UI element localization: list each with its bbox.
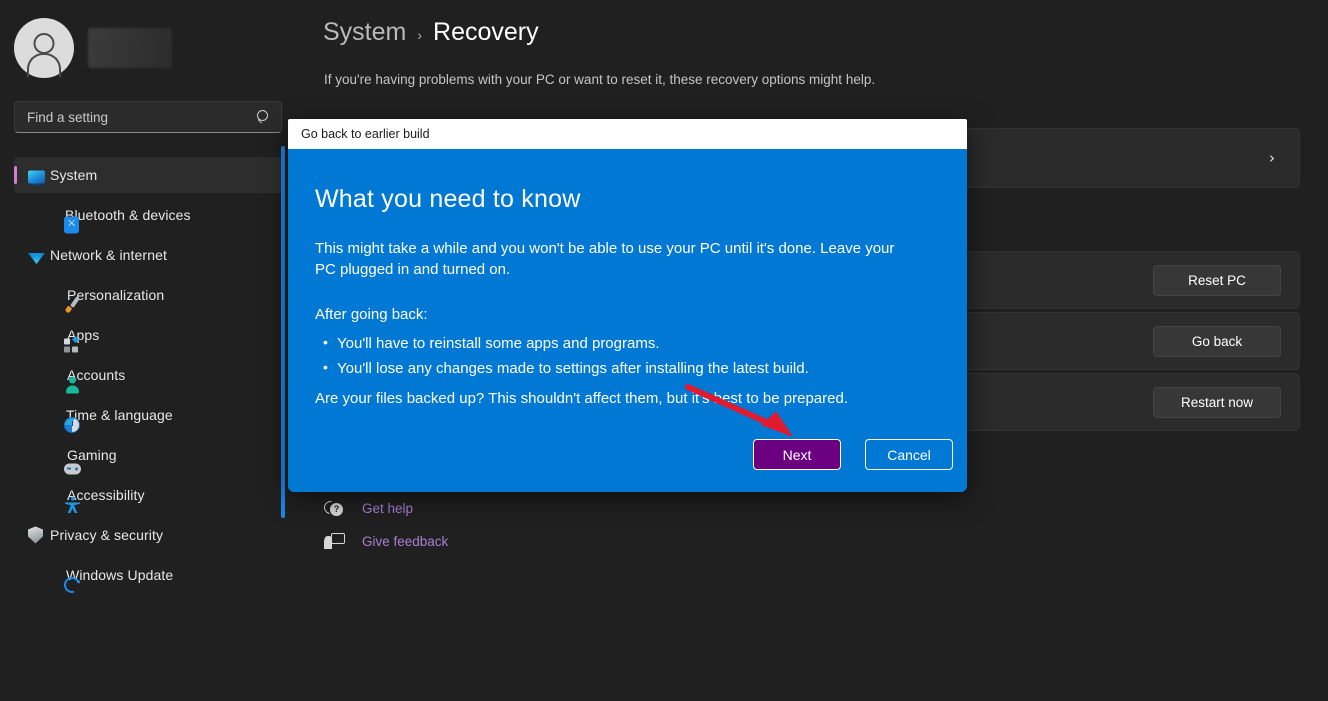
- sidebar-item-accessibility[interactable]: Accessibility: [14, 477, 282, 513]
- list-item: You'll have to reinstall some apps and p…: [315, 331, 932, 356]
- wifi-icon: [28, 252, 45, 264]
- search-placeholder: Find a setting: [27, 110, 257, 125]
- link-label: Get help: [362, 501, 413, 516]
- sidebar-item-label: Bluetooth & devices: [65, 207, 191, 223]
- sidebar-item-system[interactable]: System: [14, 157, 282, 193]
- sidebar: Find a setting System Bluetooth & device…: [0, 0, 290, 701]
- dialog-actions: Next Cancel: [753, 439, 953, 470]
- footer-links: Get help Give feedback: [324, 492, 448, 558]
- restart-now-button[interactable]: Restart now: [1153, 387, 1281, 418]
- dialog-title-bar: Go back to earlier build: [288, 119, 967, 149]
- reset-pc-button[interactable]: Reset PC: [1153, 265, 1281, 296]
- sidebar-item-gaming[interactable]: Gaming: [14, 437, 282, 473]
- feedback-icon: [324, 533, 343, 550]
- breadcrumb: System › Recovery: [323, 18, 539, 47]
- sidebar-item-privacy-security[interactable]: Privacy & security: [14, 517, 282, 553]
- breadcrumb-root[interactable]: System: [323, 18, 406, 47]
- search-icon: [257, 110, 271, 124]
- person-icon: [64, 376, 81, 393]
- dialog-heading: What you need to know: [315, 185, 932, 214]
- page-subtitle: If you're having problems with your PC o…: [324, 72, 875, 87]
- clock-icon: [64, 417, 80, 433]
- sidebar-item-bluetooth-devices[interactable]: Bluetooth & devices: [14, 197, 282, 233]
- dialog-paragraph-1: This might take a while and you won't be…: [315, 238, 915, 280]
- monitor-icon: [28, 171, 45, 184]
- search-input[interactable]: Find a setting: [14, 101, 282, 133]
- get-help-link[interactable]: Get help: [324, 492, 448, 525]
- sidebar-item-windows-update[interactable]: Windows Update: [14, 557, 282, 593]
- sidebar-nav: System Bluetooth & devices Network & int…: [14, 157, 282, 597]
- paintbrush-icon: [64, 296, 81, 313]
- sidebar-item-label: Personalization: [67, 287, 164, 303]
- settings-window: Find a setting System Bluetooth & device…: [0, 0, 1328, 701]
- sidebar-item-label: Network & internet: [50, 247, 167, 263]
- account-name-redacted: [88, 28, 172, 68]
- bluetooth-icon: [64, 216, 79, 233]
- apps-grid-icon: [64, 336, 81, 353]
- sidebar-item-label: Windows Update: [66, 567, 173, 583]
- avatar: [14, 18, 74, 78]
- accessibility-icon: [64, 496, 81, 513]
- dialog-paragraph-3: Are your files backed up? This shouldn't…: [315, 388, 932, 409]
- dialog-bullet-list: You'll have to reinstall some apps and p…: [315, 331, 932, 381]
- sidebar-item-apps[interactable]: Apps: [14, 317, 282, 353]
- list-item: You'll lose any changes made to settings…: [315, 356, 932, 381]
- sidebar-item-time-language[interactable]: Time & language: [14, 397, 282, 433]
- sidebar-scrollbar[interactable]: [281, 146, 285, 518]
- cancel-button[interactable]: Cancel: [865, 439, 953, 470]
- sidebar-item-network-internet[interactable]: Network & internet: [14, 237, 282, 273]
- sidebar-item-personalization[interactable]: Personalization: [14, 277, 282, 313]
- sidebar-item-label: Time & language: [66, 407, 173, 423]
- breadcrumb-separator-icon: ›: [417, 27, 422, 43]
- help-icon: [324, 500, 343, 517]
- go-back-dialog: Go back to earlier build What you need t…: [288, 119, 967, 492]
- chevron-right-icon: ›: [1269, 149, 1275, 167]
- sidebar-item-label: System: [50, 167, 97, 183]
- sidebar-item-label: Privacy & security: [50, 527, 163, 543]
- give-feedback-link[interactable]: Give feedback: [324, 525, 448, 558]
- dialog-body: What you need to know This might take a …: [288, 149, 967, 492]
- sidebar-item-accounts[interactable]: Accounts: [14, 357, 282, 393]
- gamepad-icon: [64, 464, 81, 475]
- link-label: Give feedback: [362, 534, 448, 549]
- account-block[interactable]: [14, 18, 172, 78]
- shield-icon: [28, 527, 43, 544]
- go-back-button[interactable]: Go back: [1153, 326, 1281, 357]
- page-title: Recovery: [433, 18, 539, 47]
- next-button[interactable]: Next: [753, 439, 841, 470]
- update-icon: [64, 577, 80, 593]
- sidebar-item-label: Gaming: [67, 447, 117, 463]
- dialog-title: Go back to earlier build: [301, 127, 430, 141]
- dialog-paragraph-2: After going back:: [315, 304, 932, 325]
